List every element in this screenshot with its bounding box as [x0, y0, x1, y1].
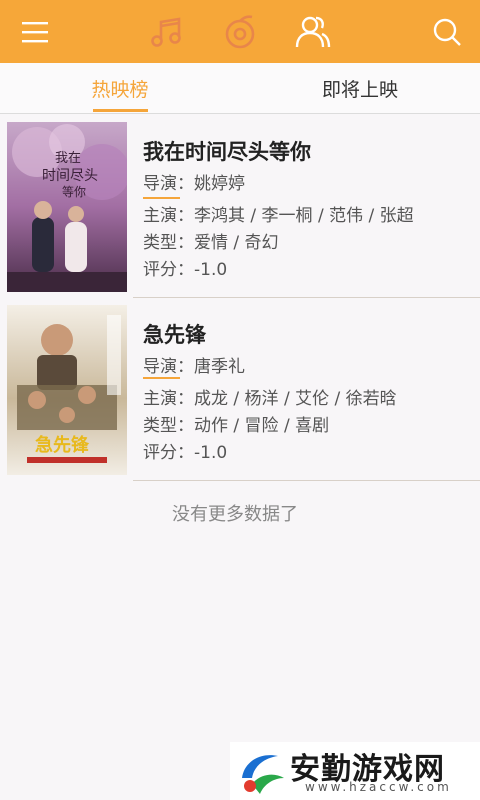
genre-label: 类型：	[143, 416, 194, 436]
cast-value: 成龙 / 杨洋 / 艾伦 / 徐若晗	[194, 389, 397, 409]
list-item[interactable]: 我在 时间尽头 等你 我在时间尽头等你 导演：姚婷婷 主演：李鸿其 / 李一桐 …	[0, 116, 480, 299]
film-reel-icon[interactable]	[217, 9, 263, 55]
cast-label: 主演：	[143, 389, 194, 409]
tab-now-showing[interactable]: 热映榜	[0, 63, 240, 113]
rating-label: 评分：	[143, 260, 194, 280]
svg-text:时间尽头: 时间尽头	[42, 168, 98, 184]
director-underline	[143, 377, 180, 379]
search-icon[interactable]	[424, 9, 470, 55]
cast-value: 李鸿其 / 李一桐 / 范伟 / 张超	[194, 206, 414, 226]
rating-line: 评分：-1.0	[143, 438, 227, 463]
rating-label: 评分：	[143, 443, 194, 463]
top-bar	[0, 0, 480, 63]
no-more-data-text: 没有更多数据了	[172, 504, 298, 525]
menu-icon[interactable]	[12, 9, 58, 55]
cast-line: 主演：成龙 / 杨洋 / 艾伦 / 徐若晗	[143, 384, 397, 409]
director-label: 导演：	[143, 357, 194, 377]
svg-text:我在: 我在	[55, 151, 81, 166]
director-value: 唐季礼	[194, 357, 245, 377]
genre-line: 类型：爱情 / 奇幻	[143, 228, 279, 253]
movie-poster: 急先锋	[7, 305, 127, 475]
list-item[interactable]: 急先锋 急先锋 导演：唐季礼 主演：成龙 / 杨洋 / 艾伦 / 徐若晗 类型：…	[0, 299, 480, 482]
director-label: 导演：	[143, 174, 194, 194]
tab-label: 即将上映	[321, 78, 398, 101]
music-note-icon[interactable]	[144, 9, 190, 55]
rating-value: -1.0	[194, 443, 228, 463]
movie-title: 我在时间尽头等你	[143, 140, 311, 164]
genre-value: 爱情 / 奇幻	[194, 233, 279, 253]
movie-title: 急先锋	[143, 323, 206, 347]
divider	[133, 480, 480, 481]
tab-label: 热映榜	[91, 78, 149, 101]
rating-line: 评分：-1.0	[143, 255, 227, 280]
divider	[133, 297, 480, 298]
movie-poster: 我在 时间尽头 等你	[7, 122, 127, 292]
svg-text:急先锋: 急先锋	[35, 434, 90, 456]
tab-bar: 热映榜 即将上映	[0, 63, 480, 114]
genre-line: 类型：动作 / 冒险 / 喜剧	[143, 411, 329, 436]
tab-coming-soon[interactable]: 即将上映	[240, 63, 480, 113]
svg-text:等你: 等你	[62, 185, 86, 199]
watermark: 安勤游戏网 www.hzaccw.com	[230, 742, 480, 800]
genre-label: 类型：	[143, 233, 194, 253]
active-tab-indicator	[93, 109, 148, 112]
director-line: 导演：唐季礼	[143, 352, 245, 377]
cast-line: 主演：李鸿其 / 李一桐 / 范伟 / 张超	[143, 201, 414, 226]
director-underline	[143, 197, 180, 199]
director-value: 姚婷婷	[194, 174, 245, 194]
cast-label: 主演：	[143, 206, 194, 226]
rating-value: -1.0	[194, 260, 228, 280]
watermark-logo-icon	[242, 755, 284, 794]
people-icon[interactable]	[290, 9, 336, 55]
genre-value: 动作 / 冒险 / 喜剧	[194, 416, 330, 436]
director-line: 导演：姚婷婷	[143, 169, 245, 194]
watermark-url: www.hzaccw.com	[305, 780, 452, 794]
